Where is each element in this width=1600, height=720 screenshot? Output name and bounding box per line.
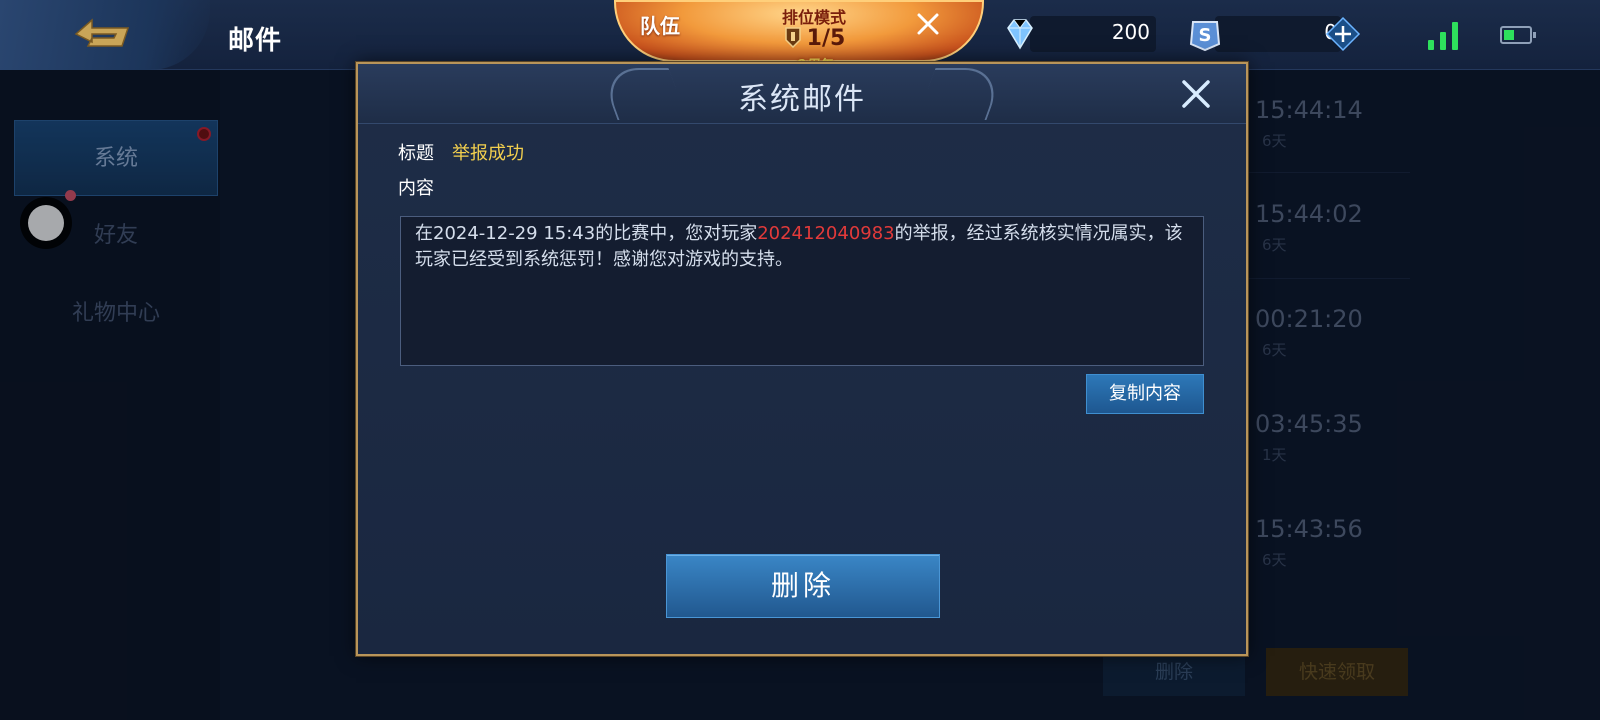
diamond-icon <box>1007 19 1033 50</box>
back-button[interactable] <box>0 0 210 70</box>
copy-content-button[interactable]: 复制内容 <box>1086 374 1204 414</box>
subject-label: 标题 <box>398 143 434 164</box>
signal-icon <box>1428 20 1462 50</box>
reported-player-id: 202412040983 <box>757 223 895 244</box>
content-label: 内容 <box>398 178 434 199</box>
delete-mail-button[interactable]: 删除 <box>666 554 940 618</box>
match-mode-label: 排位模式 <box>781 8 846 27</box>
system-mail-dialog: 系统邮件 标题 举报成功 内容 在2024-12-29 15:43的比赛中，您对… <box>356 62 1248 656</box>
page-title: 邮件 <box>228 26 283 56</box>
battery-icon <box>1500 26 1536 44</box>
coupon-amount: 0 <box>1225 20 1337 44</box>
close-team-button[interactable] <box>910 6 946 42</box>
svg-text:S: S <box>1199 25 1212 46</box>
diamond-amount: 200 <box>1111 20 1150 44</box>
team-count-value: 1/5 <box>806 26 846 51</box>
dialog-close-button[interactable] <box>1176 74 1216 114</box>
team-label: 队伍 <box>640 14 680 38</box>
close-icon <box>1182 80 1210 108</box>
helmet-icon <box>784 27 801 48</box>
team-count: 1/5 <box>774 26 854 51</box>
dialog-title: 系统邮件 <box>738 82 866 117</box>
team-queue-badge[interactable]: 队伍 排位模式 1/5 8周年 <box>614 0 984 73</box>
dialog-header: 系统邮件 <box>358 64 1246 124</box>
plus-icon <box>1325 16 1361 52</box>
mail-content-box: 在2024-12-29 15:43的比赛中，您对玩家202412040983的举… <box>400 216 1204 366</box>
content-text: 在2024-12-29 15:43的比赛中，您对玩家 <box>415 223 758 244</box>
top-bar: 邮件 队伍 排位模式 1/5 8周年 200 S 0 <box>0 0 1600 73</box>
recharge-button[interactable] <box>1325 16 1361 52</box>
subject-value: 举报成功 <box>452 143 524 164</box>
back-arrow-icon <box>74 18 130 47</box>
close-icon <box>917 13 939 35</box>
coupon-icon: S <box>1189 21 1221 52</box>
diamond-currency: 200 <box>1000 14 1160 54</box>
